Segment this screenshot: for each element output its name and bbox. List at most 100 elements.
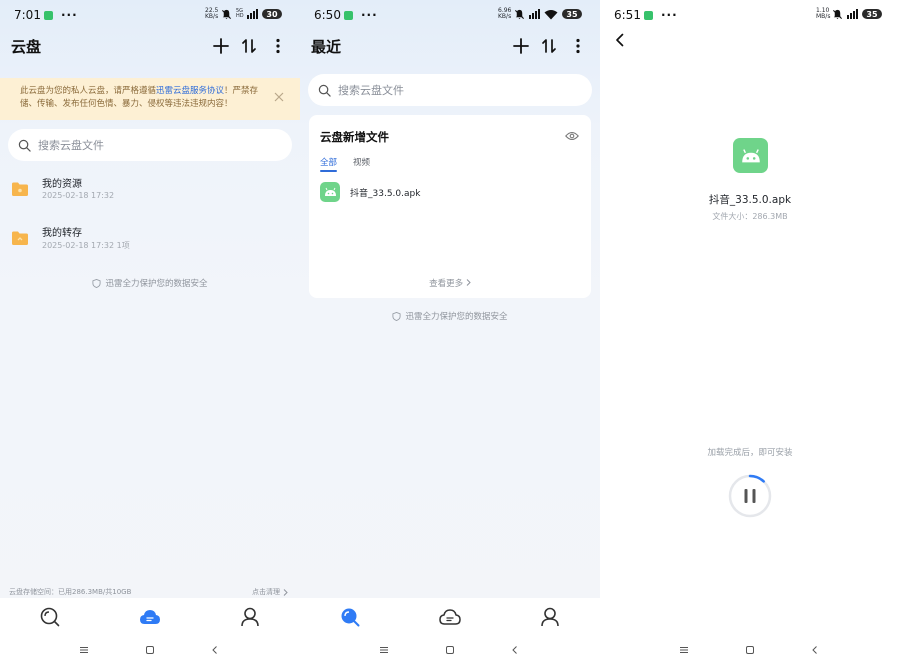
notice-text-before: 此云盘为您的私人云盘，请严格遵循 [20,86,157,96]
file-name: 抖音_33.5.0.apk [708,194,792,206]
home-icon[interactable] [444,644,456,656]
chevron-right-icon [283,588,288,596]
home-icon[interactable] [144,644,156,656]
storage-info: 云盘存储空间：已用286.3MB/共10GB 点击清理 [9,587,288,597]
close-icon[interactable] [274,92,284,102]
more-menu-icon[interactable] [568,36,588,56]
tab-discover-icon[interactable] [39,606,61,628]
security-note: 迅雷全力保护您的数据安全 [0,277,300,289]
network-speed: 1.10 MB/s [816,7,831,20]
mute-bell-icon [221,9,232,19]
tab-profile-icon[interactable] [539,606,561,628]
status-bar: 6:51 ··· 1.10 MB/s 35 [600,0,900,30]
add-icon[interactable] [211,36,231,56]
list-item[interactable]: 抖音_33.5.0.apk [320,181,420,203]
folder-row[interactable]: 我的资源 2025-02-18 17:32 [0,175,300,215]
tab-cloud-icon[interactable] [439,606,461,628]
bottom-tab-bar [300,598,600,636]
more-menu-icon[interactable] [268,36,288,56]
app-badge-icon [643,10,653,20]
view-more-label: 查看更多 [429,279,464,289]
tab-profile-icon[interactable] [239,606,261,628]
system-nav-bar [300,636,600,666]
pause-icon-bar [744,489,748,503]
search-input[interactable]: 搜索云盘文件 [8,129,292,161]
status-time-text: 6:50 [314,8,341,22]
status-right: 22.5 KB/s 5G HD 30 [205,8,282,20]
battery-icon: 35 [862,9,882,19]
install-hint: 加载完成后，即可安装 [707,448,793,458]
android-app-icon [733,138,768,173]
search-input[interactable]: 搜索云盘文件 [308,74,592,106]
search-icon [318,84,331,97]
mute-bell-icon [514,9,525,19]
system-nav-bar [600,636,900,666]
status-time-text: 6:51 [614,8,641,22]
cloud-drive-screen: 7:01 ··· 22.5 KB/s 5G HD 30 云盘 此云盘为您的私人云… [0,0,300,666]
mute-bell-icon [832,9,843,19]
wifi-icon [544,9,558,19]
status-time: 6:50 ··· [314,8,378,22]
clean-label: 点击清理 [252,588,280,596]
chevron-right-icon [466,279,471,286]
eye-icon[interactable] [565,131,579,141]
shield-icon [392,311,402,321]
page-header: 最近 [300,34,600,60]
pause-icon-bar [752,489,756,503]
file-size: 文件大小：286.3MB [712,212,788,221]
network-speed: 22.5 KB/s [205,7,219,20]
menu-icon[interactable] [78,644,90,656]
status-right: 1.10 MB/s 35 [816,8,882,20]
sort-icon[interactable] [239,36,259,56]
new-files-card: 云盘新增文件 全部 视频 抖音_33.5.0.apk 查看更多 [309,115,591,298]
menu-icon[interactable] [678,644,690,656]
search-placeholder: 搜索云盘文件 [338,84,404,97]
back-nav-icon[interactable] [509,644,521,656]
more-notifications-icon: ··· [660,8,678,22]
menu-icon[interactable] [378,644,390,656]
more-notifications-icon: ··· [360,8,378,22]
sort-icon[interactable] [539,36,559,56]
battery-icon: 35 [562,9,582,19]
folder-icon [12,231,28,245]
security-note: 迅雷全力保护您的数据安全 [300,310,600,322]
page-header: 云盘 [0,34,300,60]
folder-row[interactable]: 我的转存 2025-02-18 17:32 1项 [0,224,300,264]
policy-notice: 此云盘为您的私人云盘，请严格遵循迅雷云盘服务协议！严禁存储、传输、发布任何色情、… [0,78,300,120]
signal-icon [529,9,540,19]
search-placeholder: 搜索云盘文件 [38,139,104,152]
back-nav-icon[interactable] [209,644,221,656]
tab-cloud-icon[interactable] [139,606,161,628]
back-icon[interactable] [613,33,627,47]
system-nav-bar [0,636,300,666]
back-nav-icon[interactable] [809,644,821,656]
tab-video[interactable]: 视频 [353,156,370,168]
more-notifications-icon: ··· [60,8,78,22]
shield-icon [92,278,102,288]
view-more-link[interactable]: 查看更多 [309,277,591,289]
security-note-text: 迅雷全力保护您的数据安全 [405,312,508,322]
folder-name: 我的转存 [42,228,82,239]
status-bar: 6:50 ··· 6.96 KB/s 35 [300,0,600,30]
status-time-text: 7:01 [14,8,41,22]
pause-download-button[interactable] [728,474,772,518]
signal-icon [247,9,258,19]
status-time: 7:01 ··· [14,8,78,22]
signal-icon [847,9,858,19]
home-icon[interactable] [744,644,756,656]
search-icon [18,139,31,152]
page-title: 云盘 [11,38,42,56]
tab-discover-icon[interactable] [339,606,361,628]
folder-meta: 2025-02-18 17:32 1项 [42,241,130,250]
tab-all[interactable]: 全部 [320,156,338,172]
clean-button[interactable]: 点击清理 [252,587,288,597]
service-agreement-link[interactable]: 迅雷云盘服务协议 [156,86,224,96]
folder-name: 我的资源 [42,179,82,190]
bottom-tab-bar [0,598,300,636]
battery-icon: 30 [262,9,282,19]
folder-meta: 2025-02-18 17:32 [42,191,115,200]
folder-icon [12,182,28,196]
recent-screen: 6:50 ··· 6.96 KB/s 35 最近 搜索云盘文件 云盘新增文件 全… [300,0,600,666]
add-icon[interactable] [511,36,531,56]
status-time: 6:51 ··· [614,8,678,22]
